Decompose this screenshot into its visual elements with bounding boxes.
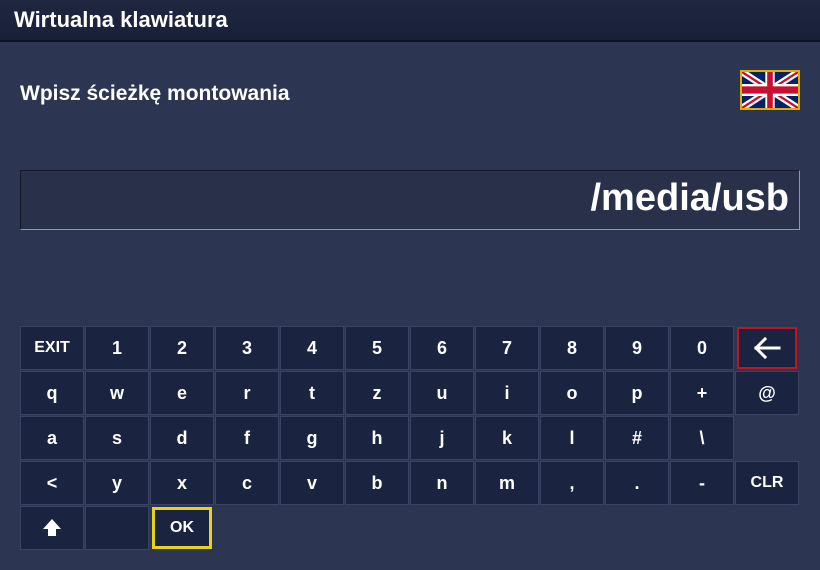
key-u[interactable]: u — [410, 371, 474, 415]
key-2[interactable]: 2 — [150, 326, 214, 370]
prompt-label: Wpisz ścieżkę montowania — [20, 82, 290, 105]
ok-button[interactable]: OK — [152, 507, 212, 549]
key-0[interactable]: 0 — [670, 326, 734, 370]
key-c[interactable]: c — [215, 461, 279, 505]
title-bar: Wirtualna klawiatura — [0, 0, 820, 42]
uk-flag-icon[interactable] — [740, 70, 800, 110]
window-title: Wirtualna klawiatura — [14, 7, 228, 32]
key-plus[interactable]: + — [670, 371, 734, 415]
key-exit[interactable]: EXIT — [20, 326, 84, 370]
key-q[interactable]: q — [20, 371, 84, 415]
left-arrow-icon — [753, 336, 781, 360]
key-o[interactable]: o — [540, 371, 604, 415]
key-a[interactable]: a — [20, 416, 84, 460]
key-6[interactable]: 6 — [410, 326, 474, 370]
key-space[interactable] — [85, 506, 149, 550]
key-hash[interactable]: # — [605, 416, 669, 460]
key-d[interactable]: d — [150, 416, 214, 460]
key-7[interactable]: 7 — [475, 326, 539, 370]
key-e[interactable]: e — [150, 371, 214, 415]
key-8[interactable]: 8 — [540, 326, 604, 370]
key-t[interactable]: t — [280, 371, 344, 415]
key-i[interactable]: i — [475, 371, 539, 415]
key-y[interactable]: y — [85, 461, 149, 505]
key-k[interactable]: k — [475, 416, 539, 460]
key-3[interactable]: 3 — [215, 326, 279, 370]
key-r[interactable]: r — [215, 371, 279, 415]
key-m[interactable]: m — [475, 461, 539, 505]
key-minus[interactable]: - — [670, 461, 734, 505]
shift-key[interactable] — [20, 506, 84, 550]
key-p[interactable]: p — [605, 371, 669, 415]
key-j[interactable]: j — [410, 416, 474, 460]
key-comma[interactable]: , — [540, 461, 604, 505]
key-z[interactable]: z — [345, 371, 409, 415]
key-4[interactable]: 4 — [280, 326, 344, 370]
key-v[interactable]: v — [280, 461, 344, 505]
key-b[interactable]: b — [345, 461, 409, 505]
key-n[interactable]: n — [410, 461, 474, 505]
key-at[interactable]: @ — [735, 371, 799, 415]
up-arrow-icon — [43, 519, 61, 536]
key-less-than[interactable]: < — [20, 461, 84, 505]
key-5[interactable]: 5 — [345, 326, 409, 370]
uk-flag-graphic — [742, 72, 798, 108]
key-h[interactable]: h — [345, 416, 409, 460]
key-x[interactable]: x — [150, 461, 214, 505]
key-backslash[interactable]: \ — [670, 416, 734, 460]
clear-key[interactable]: CLR — [735, 461, 799, 505]
key-1[interactable]: 1 — [85, 326, 149, 370]
key-f[interactable]: f — [215, 416, 279, 460]
key-g[interactable]: g — [280, 416, 344, 460]
key-period[interactable]: . — [605, 461, 669, 505]
key-l[interactable]: l — [540, 416, 604, 460]
mount-path-value: /media/usb — [590, 177, 790, 219]
key-9[interactable]: 9 — [605, 326, 669, 370]
key-s[interactable]: s — [85, 416, 149, 460]
key-w[interactable]: w — [85, 371, 149, 415]
backspace-key[interactable] — [737, 327, 797, 369]
mount-path-input[interactable]: /media/usb — [20, 170, 800, 230]
